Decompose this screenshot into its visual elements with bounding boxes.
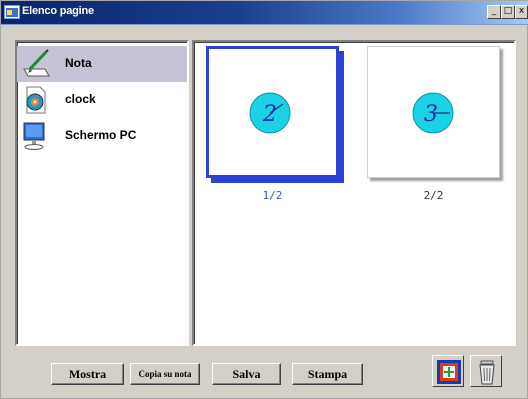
- pencil-note-icon: [23, 49, 50, 77]
- list-item-label: Schermo PC: [65, 128, 137, 142]
- add-page-icon: [437, 360, 461, 384]
- add-page-button[interactable]: [432, 355, 464, 387]
- list-item-schermo-pc[interactable]: Schermo PC: [17, 118, 187, 154]
- list-item-nota[interactable]: Nota: [17, 46, 187, 82]
- page-thumbnail-2[interactable]: 3: [367, 46, 500, 178]
- show-button[interactable]: Mostra: [51, 363, 124, 385]
- copy-to-note-button[interactable]: Copia su nota: [130, 363, 200, 385]
- window-title: Elenco pagine: [22, 5, 94, 17]
- print-button[interactable]: Stampa: [292, 363, 363, 385]
- title-bar[interactable]: Elenco pagine _ □ x: [1, 1, 528, 25]
- thumbnail-caption-2: 2/2: [423, 189, 444, 202]
- list-item-clock[interactable]: clock: [17, 82, 187, 118]
- save-button[interactable]: Salva: [212, 363, 281, 385]
- elenco-pagine-window: Elenco pagine _ □ x Nota clock Schermo P…: [0, 0, 528, 399]
- thumbnail-caption-1: 1/2: [262, 189, 283, 202]
- list-item-label: Nota: [65, 56, 92, 70]
- page-thumbnails[interactable]: 2 1/2 3 2/2: [192, 40, 516, 346]
- close-button[interactable]: x: [515, 5, 528, 19]
- clock-page-preview-icon: 3: [412, 92, 454, 134]
- maximize-button[interactable]: □: [501, 5, 515, 19]
- minimize-button[interactable]: _: [487, 5, 501, 19]
- clock-file-icon: [26, 86, 46, 114]
- list-item-label: clock: [65, 92, 96, 106]
- page-list[interactable]: Nota clock Schermo PC: [15, 40, 189, 346]
- clock-page-preview-icon: 2: [249, 92, 291, 134]
- thumbnail-number: 3: [424, 102, 438, 127]
- pc-screen-icon: [23, 122, 45, 150]
- page-thumbnail-1[interactable]: 2: [206, 46, 339, 178]
- trash-can-icon: [479, 360, 495, 385]
- thumbnail-number: 2: [262, 102, 277, 127]
- delete-button[interactable]: [470, 355, 502, 387]
- app-window-icon: [4, 5, 20, 19]
